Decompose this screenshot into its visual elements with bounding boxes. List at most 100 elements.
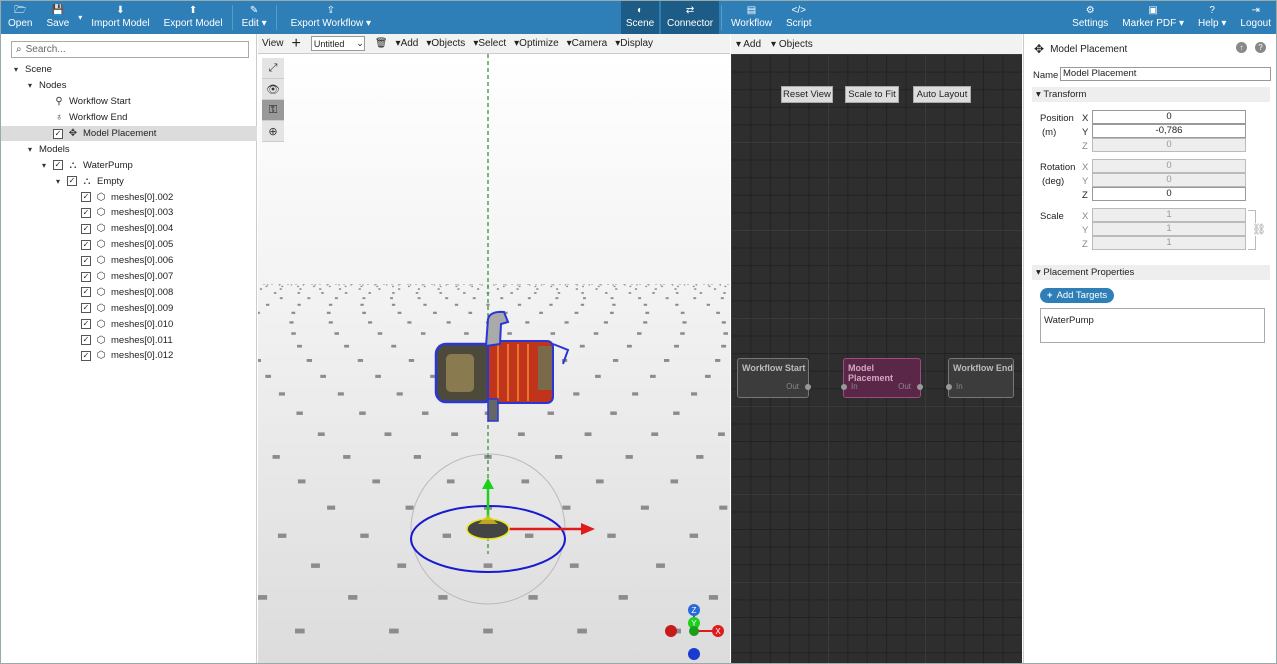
tree-item[interactable]: ✓ ⬡ meshes[0].010: [1, 316, 257, 332]
visibility-checkbox[interactable]: ✓: [81, 239, 91, 250]
visibility-checkbox[interactable]: ✓: [67, 176, 77, 187]
save-dropdown-button[interactable]: ▾: [76, 1, 84, 34]
eye-icon[interactable]: 👁: [262, 79, 284, 100]
add-scene-icon[interactable]: +: [288, 35, 305, 53]
out-port[interactable]: [917, 384, 923, 390]
scale-to-fit-button[interactable]: Scale to Fit: [845, 86, 899, 103]
scale-y-field[interactable]: 1: [1092, 222, 1246, 236]
tree-item[interactable]: ✓ ⬡ meshes[0].009: [1, 300, 257, 316]
expand-icon[interactable]: ⤢: [262, 58, 284, 79]
tree-item[interactable]: ✓ ✥ Model Placement: [1, 125, 257, 142]
export-model-button[interactable]: ⬆ Export Model: [157, 1, 230, 34]
search-input[interactable]: ⌕ Search...: [11, 41, 249, 58]
tree-item[interactable]: ✓ ⬡ meshes[0].002: [1, 189, 257, 205]
scale-z-field[interactable]: 1: [1092, 236, 1246, 250]
name-field[interactable]: Model Placement: [1060, 67, 1271, 81]
position-z-field[interactable]: 0: [1092, 138, 1246, 152]
add-targets-button[interactable]: + Add Targets: [1040, 288, 1115, 303]
connector-tab[interactable]: ⇄ Connector: [661, 1, 720, 34]
menu-camera[interactable]: ▾ Camera: [563, 38, 612, 49]
tree-item[interactable]: ▾ ✓ ⛬ WaterPump: [1, 157, 257, 173]
marker-pdf-button[interactable]: ▣ Marker PDF ▾: [1115, 1, 1191, 34]
menu-optimize[interactable]: ▾ Optimize: [510, 38, 562, 49]
workflow-start-node[interactable]: Workflow Start Out: [737, 358, 811, 398]
menu-select[interactable]: ▾ Select: [469, 38, 510, 49]
in-port[interactable]: [946, 384, 952, 390]
tree-item[interactable]: ⚲ Workflow Start: [1, 94, 257, 110]
save-button[interactable]: 💾 Save: [39, 1, 76, 34]
key-icon[interactable]: ⚿: [262, 100, 284, 121]
transform-section-header[interactable]: ▾ Transform: [1032, 87, 1270, 102]
open-button[interactable]: 🗁 Open: [1, 1, 39, 34]
tree-item[interactable]: ▾ ✓ ⛬ Empty: [1, 173, 257, 189]
visibility-checkbox[interactable]: ✓: [81, 223, 91, 234]
rotation-z-field[interactable]: 0: [1092, 187, 1246, 201]
position-y-field[interactable]: -0,786: [1092, 124, 1246, 138]
workflow-tab[interactable]: ▤ Workflow: [724, 1, 779, 34]
menu-objects[interactable]: ▾ Objects: [422, 38, 469, 49]
scene-tab[interactable]: ◐ Scene: [621, 1, 660, 34]
node-graph-canvas[interactable]: Reset View Scale to Fit Auto Layout Work…: [731, 54, 1022, 663]
menu-display[interactable]: ▾ Display: [611, 38, 657, 49]
targets-list[interactable]: WaterPump: [1040, 308, 1265, 343]
tree-item[interactable]: ✓ ⬡ meshes[0].003: [1, 205, 257, 221]
help-button[interactable]: ? Help ▾: [1191, 1, 1233, 34]
delete-scene-icon[interactable]: 🗑: [371, 38, 392, 49]
expand-toggle-icon[interactable]: ▾: [25, 81, 35, 90]
rotation-y-field[interactable]: 0: [1092, 173, 1246, 187]
position-x-field[interactable]: 0: [1092, 110, 1246, 124]
visibility-checkbox[interactable]: ✓: [81, 192, 91, 203]
tree-item[interactable]: ✓ ⬡ meshes[0].011: [1, 332, 257, 348]
visibility-checkbox[interactable]: ✓: [81, 350, 91, 361]
water-pump-model[interactable]: [434, 310, 570, 422]
tree-item[interactable]: ✓ ⬡ meshes[0].007: [1, 269, 257, 285]
expand-toggle-icon[interactable]: ▾: [53, 177, 63, 186]
export-workflow-button[interactable]: ⇪ Export Workflow ▾: [279, 1, 383, 34]
visibility-checkbox[interactable]: ✓: [81, 287, 91, 298]
collapse-up-icon[interactable]: ↑: [1236, 42, 1247, 53]
expand-toggle-icon[interactable]: ▾: [11, 65, 21, 74]
connector-menu-add[interactable]: ▾ Add: [731, 39, 766, 50]
axis-orientation-gizmo[interactable]: Z X Y: [660, 599, 730, 664]
visibility-checkbox[interactable]: ✓: [81, 319, 91, 330]
visibility-checkbox[interactable]: ✓: [81, 271, 91, 282]
tree-item[interactable]: ♁ Workflow End: [1, 110, 257, 126]
import-model-button[interactable]: ⬇ Import Model: [84, 1, 156, 34]
rotation-x-field[interactable]: 0: [1092, 159, 1246, 173]
tree-item[interactable]: ▾ Scene: [1, 62, 257, 78]
reset-view-button[interactable]: Reset View: [781, 86, 833, 103]
expand-toggle-icon[interactable]: ▾: [25, 145, 35, 154]
link-icon[interactable]: ⛓: [1252, 223, 1266, 236]
visibility-checkbox[interactable]: ✓: [81, 255, 91, 266]
expand-toggle-icon[interactable]: ▾: [39, 161, 49, 170]
tree-item[interactable]: ✓ ⬡ meshes[0].008: [1, 284, 257, 300]
scale-x-field[interactable]: 1: [1092, 208, 1246, 222]
placement-properties-header[interactable]: ▾ Placement Properties: [1032, 265, 1270, 280]
visibility-checkbox[interactable]: ✓: [53, 160, 63, 171]
connector-menu-objects[interactable]: ▾ Objects: [766, 39, 818, 50]
help-circle-icon[interactable]: ?: [1255, 42, 1266, 53]
settings-button[interactable]: ⚙ Settings: [1065, 1, 1115, 34]
visibility-checkbox[interactable]: ✓: [81, 335, 91, 346]
move-gizmo-icon[interactable]: ⊕: [262, 121, 284, 142]
edit-menu-button[interactable]: ✎ Edit ▾: [235, 1, 274, 34]
out-port[interactable]: [805, 384, 811, 390]
tree-item[interactable]: ▾ Models: [1, 141, 257, 157]
visibility-checkbox[interactable]: ✓: [53, 128, 63, 139]
scene-select[interactable]: Untitled ⌄: [310, 36, 365, 51]
model-placement-node[interactable]: Model Placement In Out: [841, 358, 923, 398]
auto-layout-button[interactable]: Auto Layout: [913, 86, 971, 103]
3d-scene-canvas[interactable]: ⤢ 👁 ⚿ ⊕ Z X Y: [258, 54, 730, 664]
visibility-checkbox[interactable]: ✓: [81, 303, 91, 314]
tree-item[interactable]: ✓ ⬡ meshes[0].005: [1, 237, 257, 253]
script-tab[interactable]: </> Script: [779, 1, 819, 34]
logout-button[interactable]: ⇥ Logout: [1233, 1, 1276, 34]
workflow-end-node[interactable]: Workflow End In: [946, 358, 1014, 398]
tree-item[interactable]: ✓ ⬡ meshes[0].004: [1, 221, 257, 237]
visibility-checkbox[interactable]: ✓: [81, 207, 91, 218]
in-port[interactable]: [841, 384, 847, 390]
menu-add[interactable]: ▾ Add: [392, 38, 423, 49]
tree-item[interactable]: ▾ Nodes: [1, 78, 257, 94]
tree-item[interactable]: ✓ ⬡ meshes[0].012: [1, 348, 257, 364]
tree-item[interactable]: ✓ ⬡ meshes[0].006: [1, 253, 257, 269]
